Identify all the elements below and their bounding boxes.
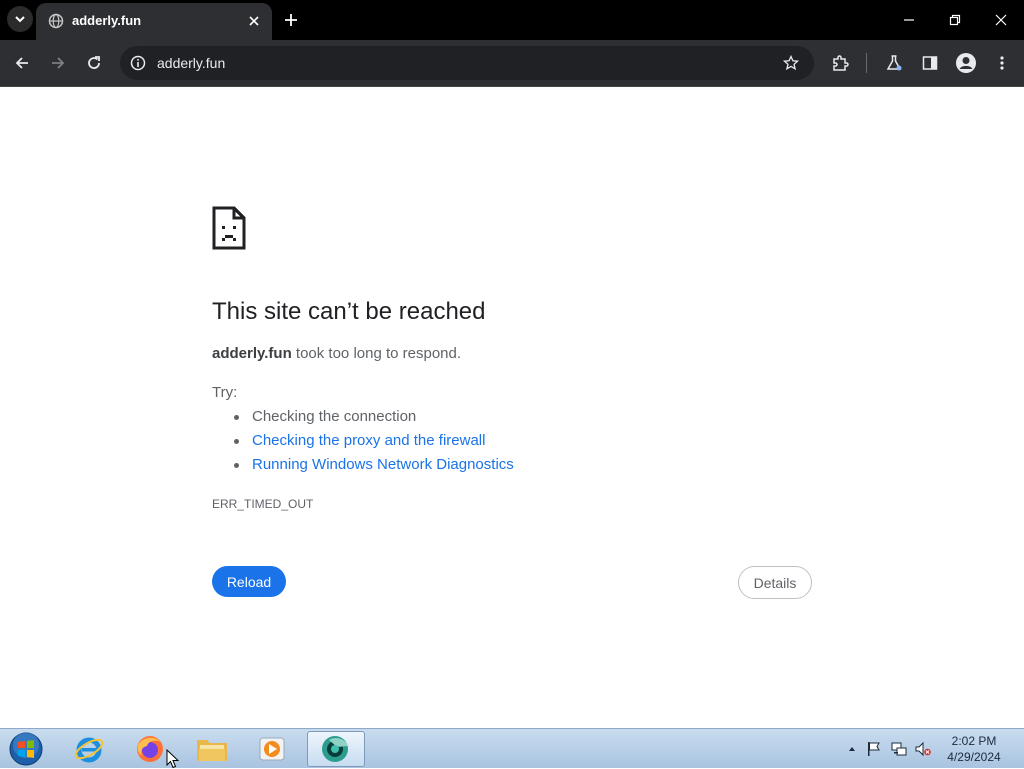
reload-button[interactable]: Reload (212, 566, 286, 597)
error-heading: This site can’t be reached (212, 298, 486, 325)
error-message: adderly.fun took too long to respond. (212, 345, 461, 362)
tab-title: adderly.fun (72, 13, 142, 28)
chevron-down-icon (15, 16, 25, 23)
suggestion-check-proxy-link[interactable]: Checking the proxy and the firewall (234, 432, 514, 456)
forward-button[interactable] (46, 51, 70, 75)
arrow-right-icon (52, 57, 65, 69)
bookmark-button[interactable] (781, 53, 801, 73)
taskbar-chrome-app[interactable] (307, 731, 365, 767)
tab-close-button[interactable] (245, 12, 263, 30)
globe-icon (48, 13, 64, 29)
restore-icon (949, 14, 961, 26)
site-info-button[interactable] (128, 53, 148, 73)
avatar-icon (956, 53, 976, 73)
taskbar-internet-explorer[interactable] (60, 731, 118, 767)
window-close-button[interactable] (989, 8, 1013, 32)
profile-button[interactable] (954, 51, 978, 75)
info-icon (130, 55, 146, 71)
suggestion-list: Checking the connection Checking the pro… (234, 408, 514, 480)
network-icon (891, 742, 907, 756)
app-icon (322, 736, 348, 762)
arrow-left-icon (15, 57, 28, 69)
system-clock[interactable]: 2:02 PM 4/29/2024 (940, 733, 1008, 765)
details-button[interactable]: Details (738, 566, 812, 599)
action-center-flag[interactable] (866, 741, 882, 757)
tab-search-button[interactable] (7, 6, 33, 32)
taskbar: 2:02 PM 4/29/2024 (0, 728, 1024, 768)
error-code: ERR_TIMED_OUT (212, 497, 314, 511)
refresh-icon (88, 56, 100, 69)
volume-status[interactable] (915, 741, 931, 757)
side-panel-icon (922, 56, 938, 70)
network-status[interactable] (891, 741, 907, 757)
clock-time: 2:02 PM (951, 734, 997, 748)
address-bar[interactable]: adderly.fun (120, 46, 814, 80)
mouse-cursor-icon (166, 749, 180, 769)
chevron-up-icon (849, 747, 855, 751)
flask-icon (886, 55, 902, 71)
reload-toolbar-button[interactable] (82, 51, 106, 75)
clock-date: 4/29/2024 (947, 750, 1001, 764)
try-label: Try: (212, 384, 238, 401)
tab-strip: adderly.fun (0, 0, 1024, 40)
sad-page-icon (212, 206, 246, 250)
folder-icon (197, 740, 227, 761)
chrome-divider (0, 86, 1024, 87)
suggestion-check-connection: Checking the connection (234, 408, 514, 432)
internet-explorer-icon (74, 737, 104, 763)
taskbar-file-explorer[interactable] (183, 731, 241, 767)
restore-button[interactable] (943, 8, 967, 32)
new-tab-button[interactable] (280, 9, 302, 31)
speaker-muted-icon (915, 741, 931, 757)
minimize-icon (904, 19, 914, 21)
taskbar-media-player[interactable] (243, 731, 301, 767)
suggestion-network-diagnostics-link[interactable]: Running Windows Network Diagnostics (234, 456, 514, 480)
extensions-button[interactable] (828, 51, 852, 75)
media-player-icon (259, 737, 285, 761)
puzzle-icon (833, 55, 849, 71)
start-button[interactable] (6, 731, 46, 767)
browser-tab[interactable]: adderly.fun (36, 3, 272, 40)
browser-toolbar: adderly.fun (0, 40, 1024, 86)
error-site-name: adderly.fun (212, 345, 292, 362)
toolbar-separator (866, 53, 867, 73)
error-message-text: took too long to respond. (291, 345, 462, 362)
back-button[interactable] (10, 51, 34, 75)
star-icon (783, 55, 799, 71)
more-vert-icon (1000, 56, 1004, 70)
show-hidden-icons-button[interactable] (844, 741, 860, 757)
plus-icon (285, 14, 297, 26)
url-text[interactable]: adderly.fun (157, 55, 225, 71)
firefox-icon (137, 736, 163, 762)
close-icon (249, 16, 259, 26)
labs-button[interactable] (882, 51, 906, 75)
side-panel-button[interactable] (918, 51, 942, 75)
minimize-button[interactable] (897, 8, 921, 32)
menu-button[interactable] (990, 51, 1014, 75)
close-icon (995, 14, 1007, 26)
flag-icon (868, 742, 880, 756)
windows-start-icon (9, 732, 43, 766)
